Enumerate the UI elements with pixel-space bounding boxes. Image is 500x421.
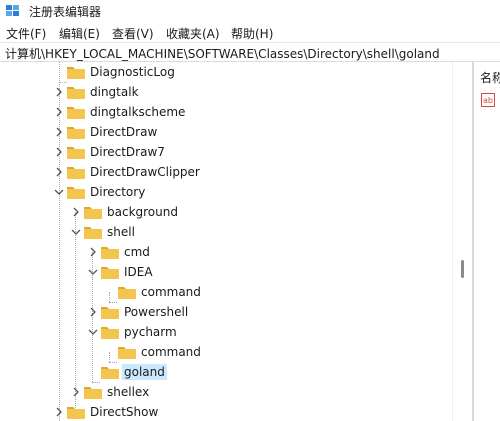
tree-node[interactable]: DirectDraw bbox=[0, 122, 452, 142]
window-title: 注册表编辑器 bbox=[29, 5, 102, 19]
tree-node-label[interactable]: command bbox=[139, 284, 203, 300]
tree-node[interactable]: command bbox=[0, 342, 452, 362]
chevron-down-icon[interactable] bbox=[88, 266, 98, 276]
folder-icon bbox=[84, 205, 102, 219]
chevron-right-icon[interactable] bbox=[54, 126, 64, 137]
folder-icon bbox=[101, 265, 119, 279]
tree-node[interactable]: Powershell bbox=[0, 302, 452, 322]
tree-node[interactable]: goland bbox=[0, 362, 452, 382]
svg-text:ab: ab bbox=[483, 96, 493, 105]
chevron-right-icon[interactable] bbox=[71, 386, 81, 397]
folder-icon bbox=[84, 225, 102, 239]
tree-node-label[interactable]: dingtalk bbox=[88, 84, 141, 100]
tree-node[interactable]: IDEA bbox=[0, 262, 452, 282]
values-pane[interactable]: 名称 ab bbox=[474, 62, 500, 421]
tree-node-label[interactable]: DirectShow bbox=[88, 404, 160, 420]
folder-icon bbox=[67, 185, 85, 199]
folder-icon bbox=[118, 285, 136, 299]
chevron-right-icon[interactable] bbox=[54, 146, 64, 157]
menu-help[interactable]: 帮助(H) bbox=[231, 25, 273, 42]
chevron-right-icon[interactable] bbox=[54, 406, 64, 417]
folder-icon bbox=[67, 105, 85, 119]
tree-node[interactable]: DirectDraw7 bbox=[0, 142, 452, 162]
tree-node-label[interactable]: command bbox=[139, 344, 203, 360]
tree-node[interactable]: Directory bbox=[0, 182, 452, 202]
folder-icon bbox=[67, 65, 85, 79]
chevron-down-icon[interactable] bbox=[71, 226, 81, 236]
folder-icon bbox=[84, 385, 102, 399]
column-header-name[interactable]: 名称 bbox=[480, 69, 500, 86]
tree-node-label[interactable]: shell bbox=[105, 224, 137, 240]
tree-node[interactable]: cmd bbox=[0, 242, 452, 262]
tree-node[interactable]: command bbox=[0, 282, 452, 302]
folder-icon bbox=[67, 165, 85, 179]
address-path[interactable]: 计算机\HKEY_LOCAL_MACHINE\SOFTWARE\Classes\… bbox=[5, 45, 440, 62]
tree-node-label[interactable]: shellex bbox=[105, 384, 151, 400]
tree-node[interactable]: dingtalkscheme bbox=[0, 102, 452, 122]
chevron-right-icon[interactable] bbox=[54, 166, 64, 177]
menu-edit[interactable]: 编辑(E) bbox=[59, 25, 100, 42]
tree-node[interactable]: DirectDrawClipper bbox=[0, 162, 452, 182]
tree-node-label[interactable]: Powershell bbox=[122, 304, 190, 320]
folder-icon bbox=[101, 365, 119, 379]
chevron-right-icon[interactable] bbox=[88, 306, 98, 317]
chevron-down-icon[interactable] bbox=[54, 186, 64, 196]
menu-view[interactable]: 查看(V) bbox=[112, 25, 154, 42]
tree-node[interactable]: DiagnosticLog bbox=[0, 62, 452, 82]
folder-icon bbox=[67, 85, 85, 99]
tree-node[interactable]: shellex bbox=[0, 382, 452, 402]
tree-node-label[interactable]: goland bbox=[122, 364, 167, 380]
tree-node[interactable]: shell bbox=[0, 222, 452, 242]
tree-node-label[interactable]: IDEA bbox=[122, 264, 155, 280]
tree-node[interactable]: background bbox=[0, 202, 452, 222]
folder-icon bbox=[67, 405, 85, 419]
registry-editor-icon bbox=[5, 3, 21, 19]
tree-node[interactable]: pycharm bbox=[0, 322, 452, 342]
scrollbar-thumb[interactable] bbox=[461, 260, 464, 278]
tree-node[interactable]: DirectShow bbox=[0, 402, 452, 421]
folder-icon bbox=[101, 245, 119, 259]
tree-node[interactable]: dingtalk bbox=[0, 82, 452, 102]
tree-node-label[interactable]: background bbox=[105, 204, 180, 220]
folder-icon bbox=[101, 305, 119, 319]
string-value-icon: ab bbox=[481, 93, 495, 107]
chevron-right-icon[interactable] bbox=[71, 206, 81, 217]
tree-node-label[interactable]: pycharm bbox=[122, 324, 179, 340]
tree-node-label[interactable]: DirectDrawClipper bbox=[88, 164, 202, 180]
tree-node-label[interactable]: DiagnosticLog bbox=[88, 64, 177, 80]
folder-icon bbox=[101, 325, 119, 339]
chevron-down-icon[interactable] bbox=[88, 326, 98, 336]
folder-icon bbox=[67, 125, 85, 139]
tree-node-label[interactable]: dingtalkscheme bbox=[88, 104, 187, 120]
menu-bar: 文件(F) 编辑(E) 查看(V) 收藏夹(A) 帮助(H) bbox=[0, 22, 500, 42]
tree-node-label[interactable]: DirectDraw7 bbox=[88, 144, 167, 160]
menu-favorites[interactable]: 收藏夹(A) bbox=[166, 25, 220, 42]
chevron-right-icon[interactable] bbox=[54, 106, 64, 117]
menu-file[interactable]: 文件(F) bbox=[6, 25, 46, 42]
folder-icon bbox=[67, 145, 85, 159]
tree-scrollbar[interactable] bbox=[452, 62, 473, 421]
registry-tree[interactable]: DiagnosticLog dingtalk dingtalkscheme Direc… bbox=[0, 62, 472, 421]
chevron-right-icon[interactable] bbox=[88, 246, 98, 257]
folder-icon bbox=[118, 345, 136, 359]
tree-node-label[interactable]: Directory bbox=[88, 184, 147, 200]
chevron-right-icon[interactable] bbox=[54, 86, 64, 97]
tree-node-label[interactable]: DirectDraw bbox=[88, 124, 159, 140]
title-bar: 注册表编辑器 bbox=[0, 0, 500, 22]
tree-node-label[interactable]: cmd bbox=[122, 244, 152, 260]
address-bar[interactable]: 计算机\HKEY_LOCAL_MACHINE\SOFTWARE\Classes\… bbox=[0, 42, 500, 62]
